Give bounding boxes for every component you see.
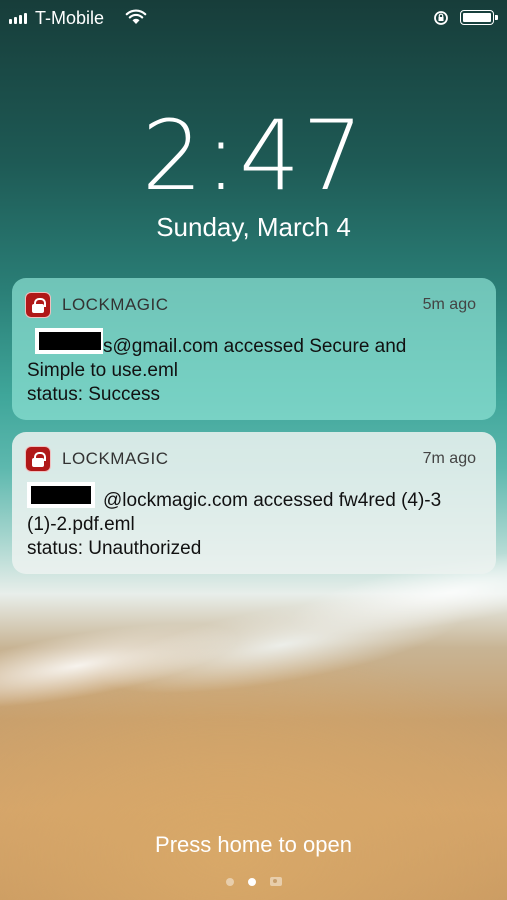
notification-time: 5m ago	[422, 296, 476, 313]
signal-bars-icon	[9, 13, 27, 24]
wifi-icon	[125, 9, 147, 24]
notification-line-1: @lockmagic.com accessed fw4red (4)-3	[103, 490, 442, 511]
page-dot-active	[248, 877, 256, 886]
clock-date: Sunday, March 4	[156, 212, 351, 242]
battery-icon	[460, 10, 498, 25]
page-dot	[226, 877, 234, 886]
notification-body: @lockmagic.com accessed fw4red (4)-3 (1)…	[27, 482, 476, 561]
redacted-block	[35, 328, 103, 354]
notification-line-2: Simple to use.eml	[27, 360, 179, 381]
redacted-block	[27, 482, 95, 508]
press-home-hint: Press home to open	[155, 832, 352, 857]
status-bar: T-Mobile	[0, 0, 507, 36]
page-indicator	[226, 877, 282, 886]
notification-status: status: Unauthorized	[27, 538, 202, 559]
lockmagic-app-icon	[25, 292, 51, 318]
notification-app-name: LOCKMAGIC	[62, 295, 169, 314]
notification-body: s@gmail.com accessed Secure and Simple t…	[27, 328, 476, 407]
notification-time: 7m ago	[422, 450, 476, 467]
notification-line-1: s@gmail.com accessed Secure and	[103, 336, 407, 357]
notification-card[interactable]: LOCKMAGIC 7m ago @lockmagic.com accessed…	[12, 432, 496, 574]
notification-status: status: Success	[27, 384, 161, 405]
clock-time: 2:47	[141, 100, 366, 212]
lockmagic-app-icon	[25, 446, 51, 472]
camera-icon	[270, 877, 282, 886]
notification-card[interactable]: LOCKMAGIC 5m ago s@gmail.com accessed Se…	[12, 278, 496, 420]
notification-app-name: LOCKMAGIC	[62, 449, 169, 468]
rotation-lock-icon	[434, 11, 448, 25]
carrier-name: T-Mobile	[35, 8, 105, 28]
notification-line-2: (1)-2.pdf.eml	[27, 514, 135, 535]
